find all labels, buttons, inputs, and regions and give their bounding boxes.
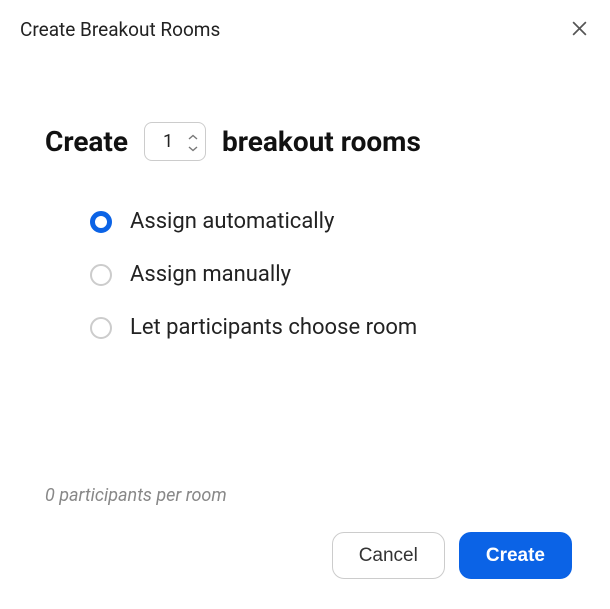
create-suffix-label: breakout rooms [222, 125, 421, 158]
close-button[interactable] [569, 18, 590, 42]
radio-icon [90, 317, 112, 339]
option-assign-manually[interactable]: Assign manually [90, 262, 565, 287]
create-prefix-label: Create [45, 125, 128, 158]
dialog-title: Create Breakout Rooms [20, 18, 220, 41]
chevron-down-icon [188, 140, 198, 155]
breakout-rooms-dialog: Create Breakout Rooms Create 1 [0, 0, 610, 609]
dialog-header: Create Breakout Rooms [0, 0, 610, 42]
room-count-row: Create 1 breakout rooms [45, 122, 565, 161]
option-let-participants-choose[interactable]: Let participants choose room [90, 315, 565, 340]
cancel-button[interactable]: Cancel [332, 532, 445, 579]
radio-icon [90, 211, 112, 233]
radio-icon [90, 264, 112, 286]
option-label: Assign manually [130, 262, 291, 287]
stepper-down-button[interactable] [187, 142, 199, 152]
dialog-footer: 0 participants per room Cancel Create [0, 485, 610, 609]
option-label: Assign automatically [130, 209, 334, 234]
button-row: Cancel Create [45, 532, 572, 579]
dialog-content: Create 1 breakout rooms [0, 42, 610, 485]
assignment-options: Assign automatically Assign manually Let… [45, 209, 565, 340]
option-assign-automatically[interactable]: Assign automatically [90, 209, 565, 234]
create-button[interactable]: Create [459, 532, 572, 579]
option-label: Let participants choose room [130, 315, 417, 340]
participants-per-room-label: 0 participants per room [45, 485, 572, 506]
room-count-value: 1 [159, 131, 177, 152]
room-count-stepper[interactable]: 1 [144, 122, 206, 161]
close-icon [571, 20, 588, 40]
stepper-arrows [187, 131, 199, 152]
